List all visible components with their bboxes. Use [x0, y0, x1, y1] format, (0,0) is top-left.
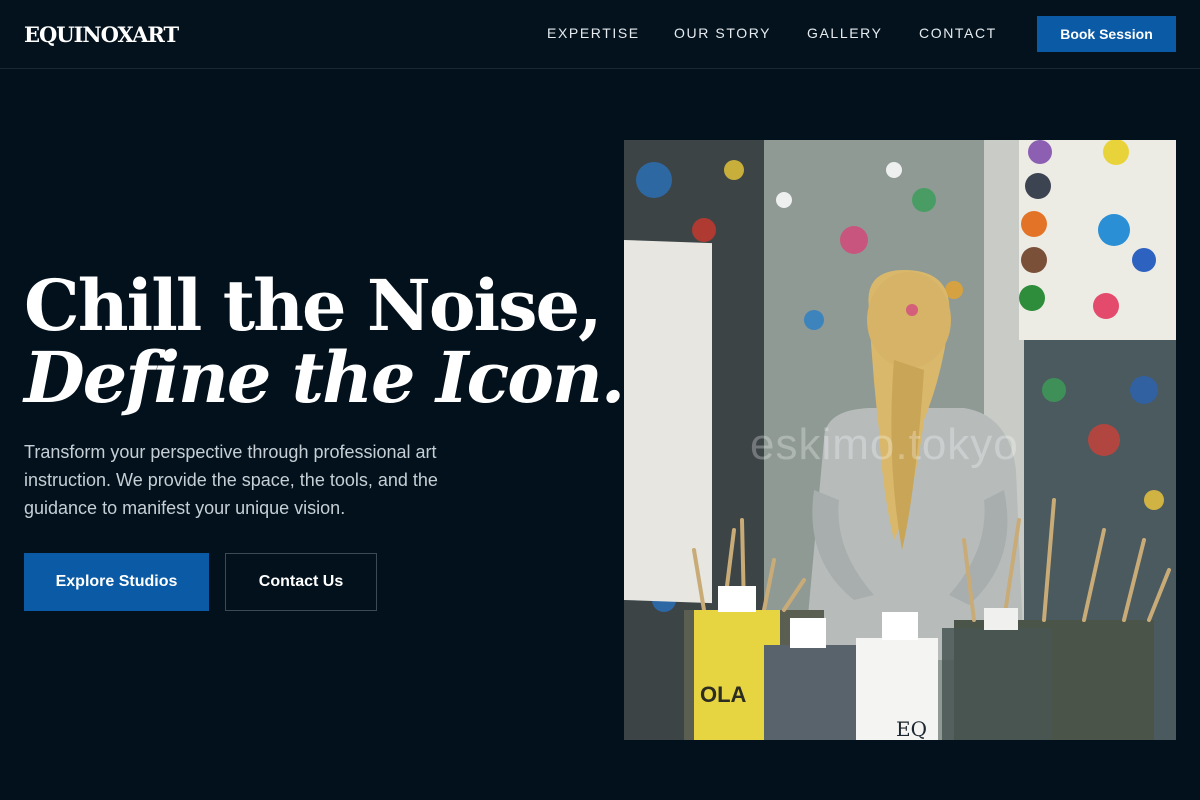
- nav-contact[interactable]: CONTACT: [919, 25, 997, 41]
- hero-title-line1: Chill the Noise,: [24, 264, 602, 347]
- nav-expertise[interactable]: EXPERTISE: [547, 25, 640, 41]
- hero-title: Chill the Noise, Define the Icon.: [24, 264, 625, 419]
- explore-studios-button[interactable]: Explore Studios: [24, 553, 209, 611]
- contact-us-button[interactable]: Contact Us: [225, 553, 377, 611]
- site-header: EQUINOXART EXPERTISE OUR STORY GALLERY C…: [0, 0, 1200, 69]
- brand-logo[interactable]: EQUINOXART: [24, 22, 179, 47]
- hero-image: OLA EQ eskimo.tokyo: [624, 140, 1176, 740]
- book-session-button[interactable]: Book Session: [1037, 16, 1176, 52]
- nav-gallery[interactable]: GALLERY: [807, 25, 883, 41]
- hero-title-line2: Define the Icon.: [24, 336, 625, 419]
- hero-description: Transform your perspective through profe…: [24, 442, 438, 518]
- nav-our-story[interactable]: OUR STORY: [674, 25, 771, 41]
- paint-label-white: EQ: [896, 717, 927, 740]
- paint-label-yellow: OLA: [700, 682, 747, 707]
- image-watermark: eskimo.tokyo: [750, 420, 1019, 469]
